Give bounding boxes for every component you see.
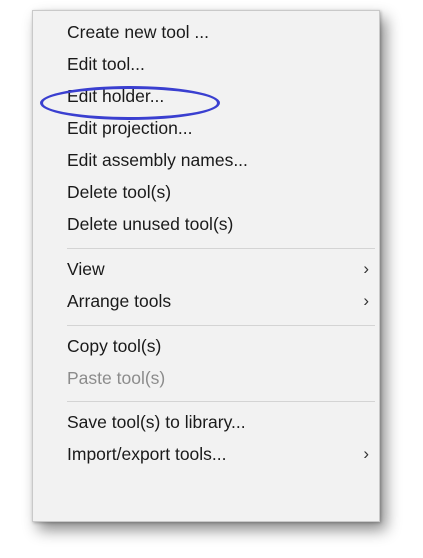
- menu-item-label: Edit assembly names...: [67, 150, 248, 170]
- screenshot-stage: Create new tool ... Edit tool... Edit ho…: [0, 0, 423, 558]
- menu-item-delete-unused-tools[interactable]: Delete unused tool(s): [33, 209, 379, 241]
- menu-item-label: Paste tool(s): [67, 368, 166, 388]
- menu-item-label: Edit projection...: [67, 118, 193, 138]
- chevron-right-icon: ›: [363, 259, 369, 278]
- menu-item-delete-tools[interactable]: Delete tool(s): [33, 177, 379, 209]
- menu-item-arrange-tools[interactable]: Arrange tools ›: [33, 286, 379, 318]
- menu-item-label: Import/export tools...: [67, 444, 227, 464]
- menu-item-label: Delete unused tool(s): [67, 214, 234, 234]
- menu-separator: [67, 401, 375, 402]
- chevron-right-icon: ›: [363, 291, 369, 310]
- menu-separator: [67, 248, 375, 249]
- menu-item-edit-tool[interactable]: Edit tool...: [33, 49, 379, 81]
- menu-item-view[interactable]: View ›: [33, 254, 379, 286]
- menu-item-save-tools-to-library[interactable]: Save tool(s) to library...: [33, 407, 379, 439]
- menu-item-label: Delete tool(s): [67, 182, 172, 202]
- menu-item-import-export-tools[interactable]: Import/export tools... ›: [33, 439, 379, 471]
- menu-item-label: Create new tool ...: [67, 22, 210, 42]
- menu-item-label: Arrange tools: [67, 291, 172, 311]
- menu-item-paste-tools: Paste tool(s): [33, 363, 379, 395]
- menu-item-label: View: [67, 259, 105, 279]
- context-menu: Create new tool ... Edit tool... Edit ho…: [32, 10, 380, 522]
- menu-separator: [67, 325, 375, 326]
- chevron-right-icon: ›: [363, 444, 369, 463]
- highlight-circle-annotation: [40, 86, 220, 120]
- menu-item-label: Copy tool(s): [67, 336, 162, 356]
- menu-item-create-new-tool[interactable]: Create new tool ...: [33, 17, 379, 49]
- menu-item-copy-tools[interactable]: Copy tool(s): [33, 331, 379, 363]
- menu-item-edit-assembly-names[interactable]: Edit assembly names...: [33, 145, 379, 177]
- menu-item-label: Save tool(s) to library...: [67, 412, 246, 432]
- menu-item-label: Edit tool...: [67, 54, 145, 74]
